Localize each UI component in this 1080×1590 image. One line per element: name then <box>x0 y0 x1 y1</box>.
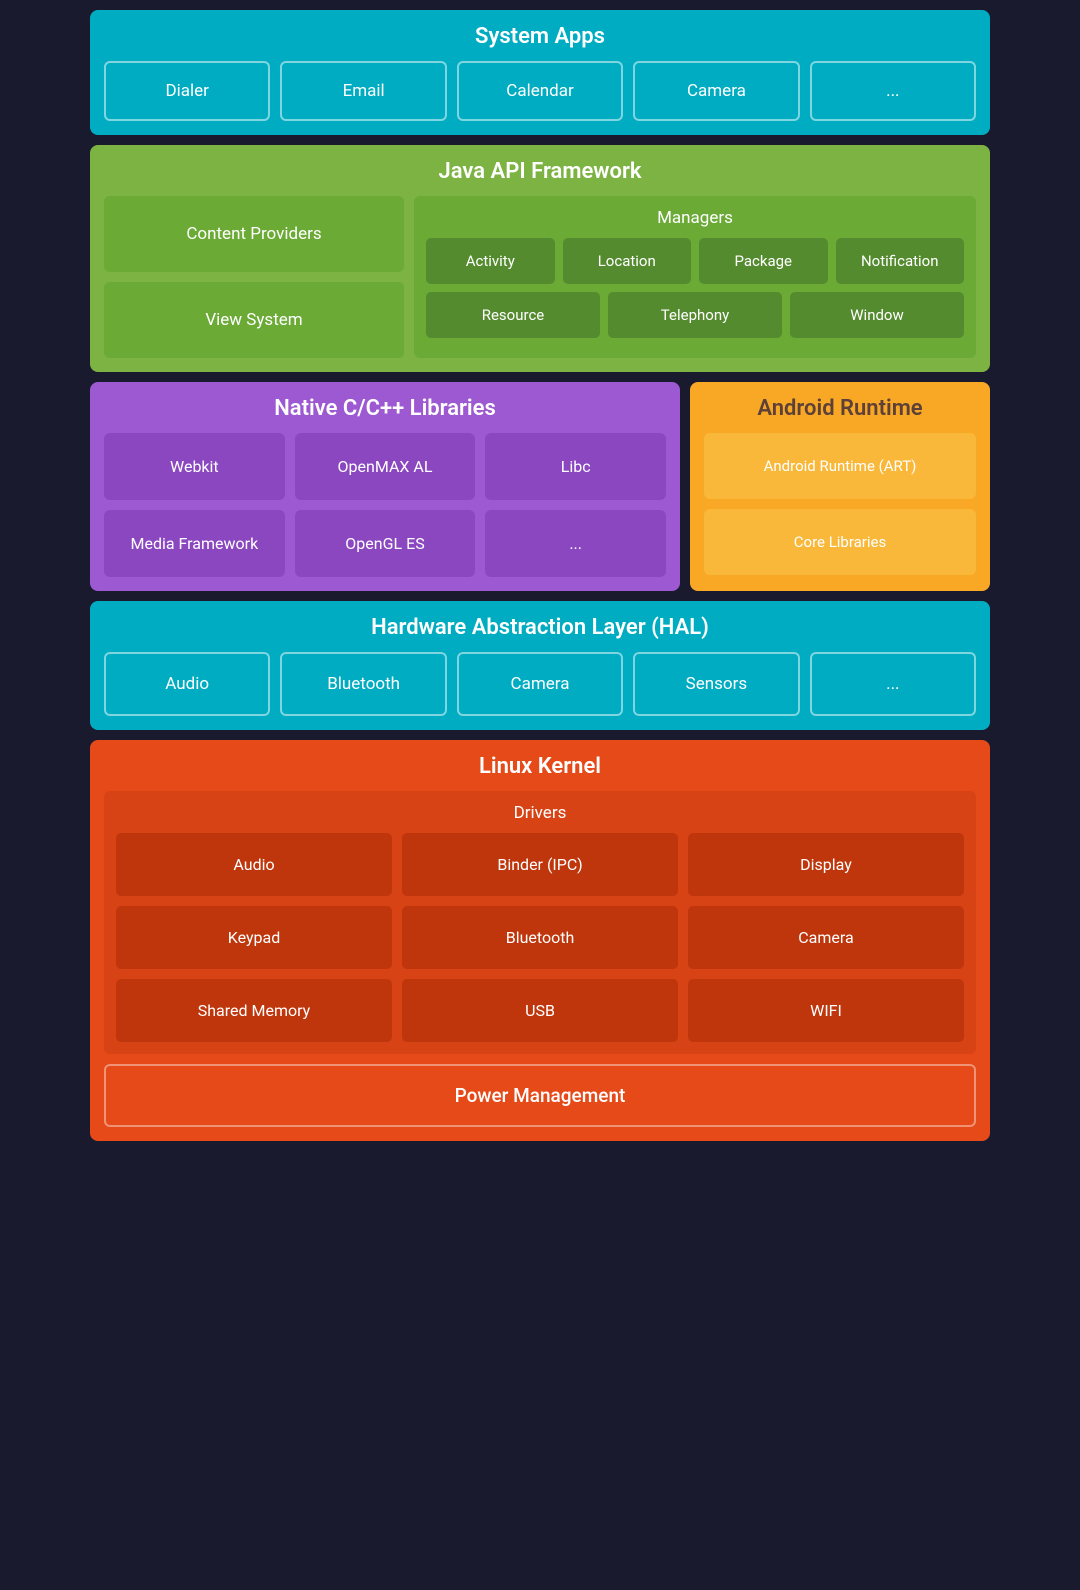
hal-layer: Hardware Abstraction Layer (HAL) Audio B… <box>90 601 990 730</box>
java-api-content: Content Providers View System Managers A… <box>104 196 976 358</box>
app-dialer: Dialer <box>104 61 270 121</box>
system-apps-layer: System Apps Dialer Email Calendar Camera… <box>90 10 990 135</box>
runtime-core: Core Libraries <box>704 509 976 575</box>
hal-sensors: Sensors <box>633 652 799 716</box>
drivers-grid: Audio Binder (IPC) Display Keypad Blueto… <box>116 833 964 1042</box>
android-runtime-title: Android Runtime <box>704 396 976 421</box>
lib-more: ... <box>485 510 666 577</box>
system-apps-grid: Dialer Email Calendar Camera ... <box>104 61 976 121</box>
native-libs-layer: Native C/C++ Libraries Webkit OpenMAX AL… <box>90 382 680 591</box>
app-more: ... <box>810 61 976 121</box>
manager-window: Window <box>790 292 964 338</box>
lib-openmax: OpenMAX AL <box>295 433 476 500</box>
driver-display: Display <box>688 833 964 896</box>
hal-more: ... <box>810 652 976 716</box>
hal-camera: Camera <box>457 652 623 716</box>
app-camera: Camera <box>633 61 799 121</box>
power-management: Power Management <box>104 1064 976 1127</box>
android-architecture-diagram: System Apps Dialer Email Calendar Camera… <box>90 10 990 1141</box>
java-api-title: Java API Framework <box>104 159 976 184</box>
managers-section: Managers Activity Location Package Notif… <box>414 196 976 358</box>
java-api-layer: Java API Framework Content Providers Vie… <box>90 145 990 372</box>
manager-activity: Activity <box>426 238 555 284</box>
lib-libc: Libc <box>485 433 666 500</box>
android-runtime-layer: Android Runtime Android Runtime (ART) Co… <box>690 382 990 591</box>
linux-kernel-title: Linux Kernel <box>104 754 976 779</box>
java-api-left: Content Providers View System <box>104 196 404 358</box>
lib-media: Media Framework <box>104 510 285 577</box>
hal-audio: Audio <box>104 652 270 716</box>
driver-shared-memory: Shared Memory <box>116 979 392 1042</box>
driver-usb: USB <box>402 979 678 1042</box>
hal-bluetooth: Bluetooth <box>280 652 446 716</box>
drivers-section: Drivers Audio Binder (IPC) Display Keypa… <box>104 791 976 1054</box>
manager-telephony: Telephony <box>608 292 782 338</box>
linux-kernel-layer: Linux Kernel Drivers Audio Binder (IPC) … <box>90 740 990 1141</box>
manager-location: Location <box>563 238 692 284</box>
system-apps-title: System Apps <box>104 24 976 49</box>
driver-binder: Binder (IPC) <box>402 833 678 896</box>
content-providers-box: Content Providers <box>104 196 404 272</box>
native-runtime-row: Native C/C++ Libraries Webkit OpenMAX AL… <box>90 382 990 591</box>
app-calendar: Calendar <box>457 61 623 121</box>
lib-webkit: Webkit <box>104 433 285 500</box>
driver-audio: Audio <box>116 833 392 896</box>
managers-grid: Activity Location Package Notification R… <box>426 238 964 338</box>
manager-notification: Notification <box>836 238 965 284</box>
driver-camera: Camera <box>688 906 964 969</box>
managers-row-1: Activity Location Package Notification <box>426 238 964 284</box>
view-system-box: View System <box>104 282 404 358</box>
managers-title: Managers <box>426 208 964 228</box>
hal-title: Hardware Abstraction Layer (HAL) <box>104 615 976 640</box>
driver-bluetooth: Bluetooth <box>402 906 678 969</box>
drivers-title: Drivers <box>116 803 964 823</box>
manager-package: Package <box>699 238 828 284</box>
app-email: Email <box>280 61 446 121</box>
lib-opengl: OpenGL ES <box>295 510 476 577</box>
hal-grid: Audio Bluetooth Camera Sensors ... <box>104 652 976 716</box>
runtime-art: Android Runtime (ART) <box>704 433 976 499</box>
driver-keypad: Keypad <box>116 906 392 969</box>
native-libs-title: Native C/C++ Libraries <box>104 396 666 421</box>
driver-wifi: WIFI <box>688 979 964 1042</box>
managers-row-2: Resource Telephony Window <box>426 292 964 338</box>
native-libs-grid: Webkit OpenMAX AL Libc Media Framework O… <box>104 433 666 577</box>
manager-resource: Resource <box>426 292 600 338</box>
